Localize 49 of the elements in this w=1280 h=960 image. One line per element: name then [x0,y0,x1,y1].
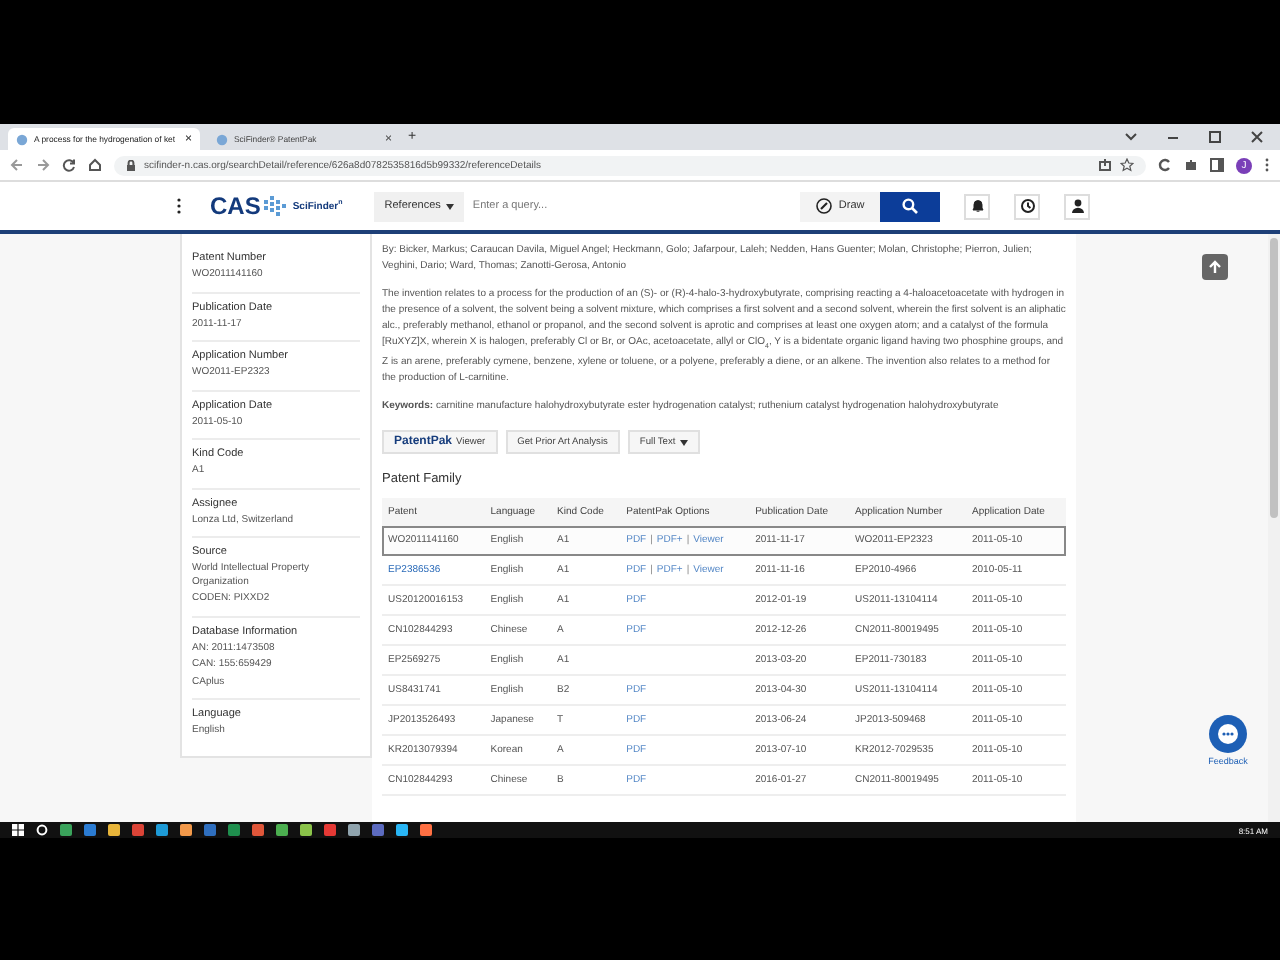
reload-icon[interactable] [62,158,76,172]
taskbar-app-icon[interactable] [156,824,168,836]
scroll-top-button[interactable] [1202,254,1228,280]
header-button[interactable] [964,193,991,219]
grid-pattern-icon [264,195,287,217]
home-icon[interactable] [88,158,102,172]
chat-bubble-icon [1208,714,1248,754]
caret-icon [679,439,688,445]
taskbar-app-icon[interactable] [84,824,96,836]
taskbar-app-icon[interactable] [420,824,432,836]
bell-icon [969,198,986,214]
chevron-down-icon[interactable] [1124,132,1138,142]
taskbar-app-icon[interactable] [300,824,312,836]
taskbar-app-icon[interactable] [252,824,264,836]
taskbar-app-icon[interactable] [60,824,72,836]
more-vertical-icon[interactable] [1264,158,1270,172]
more-vertical-icon[interactable] [176,198,182,214]
search-button[interactable] [880,191,941,221]
taskbar-app-icon[interactable] [132,824,144,836]
pencil-icon [816,198,833,214]
taskbar-app-icon[interactable] [276,824,288,836]
taskbar-app-icon[interactable] [228,824,240,836]
forward-arrow-icon[interactable] [36,158,50,172]
share-icon[interactable] [1098,158,1112,172]
taskbar-app-icon[interactable] [204,824,216,836]
arrow-up-icon [1208,260,1222,274]
extension-c-icon[interactable] [1158,158,1172,172]
side-panel-icon[interactable] [1210,158,1224,172]
lock-icon [126,159,136,171]
cas-logo[interactable]: CAS [210,192,261,220]
taskbar-app-icon[interactable] [108,824,120,836]
scrollbar-thumb[interactable] [1270,238,1278,518]
taskbar-app-icon[interactable] [348,824,360,836]
windows-logo-icon[interactable] [12,824,24,836]
caret-icon [446,203,455,209]
taskbar-app-icon[interactable] [372,824,384,836]
taskbar-app-icon[interactable] [396,824,408,836]
clock-icon [1019,198,1036,214]
maximize-icon[interactable] [1208,130,1222,144]
taskbar-app-icon[interactable] [180,824,192,836]
header-button[interactable] [1064,193,1091,219]
back-arrow-icon[interactable] [10,158,24,172]
header-button[interactable] [1014,193,1041,219]
user-icon [1069,198,1086,214]
minimize-icon[interactable] [1166,132,1180,142]
close-icon[interactable] [1250,130,1264,144]
scrollbar[interactable] [1268,234,1280,822]
star-icon[interactable] [1120,158,1134,172]
taskbar-app-icon[interactable] [324,824,336,836]
